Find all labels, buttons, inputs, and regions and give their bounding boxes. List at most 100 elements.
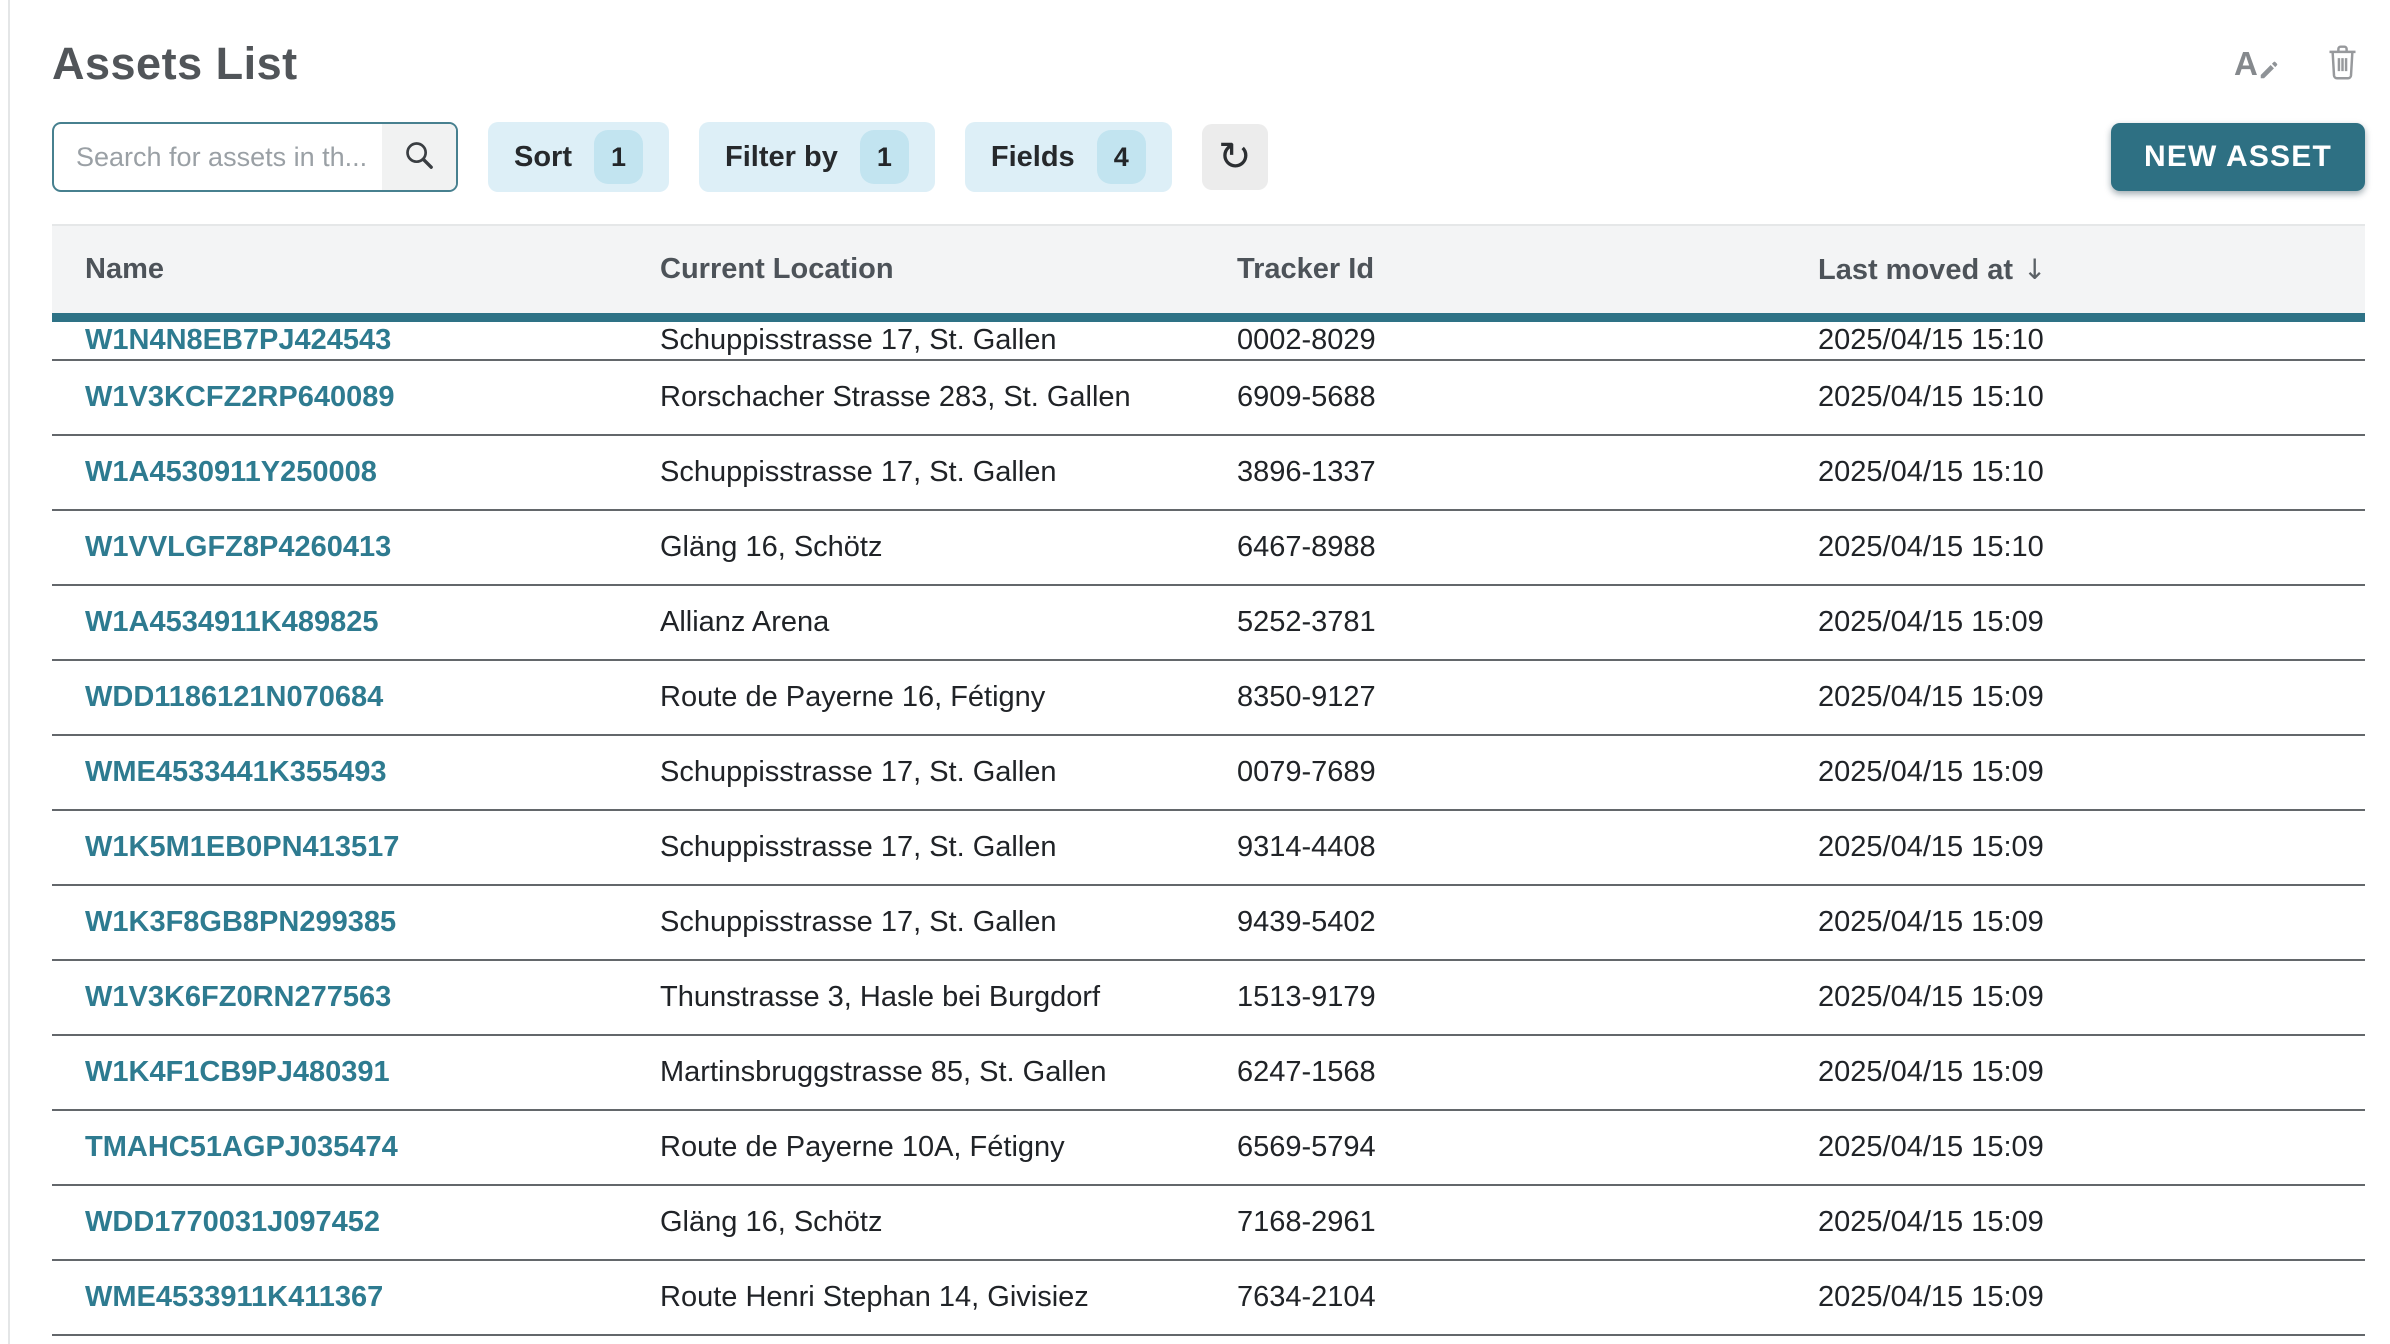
new-asset-button[interactable]: NEW ASSET [2111,123,2365,191]
current-location-cell: Schuppisstrasse 17, St. Gallen [627,906,1204,939]
table-row[interactable]: WDD1770031J097452 Gläng 16, Schötz 7168-… [52,1186,2365,1261]
table-row[interactable]: W1A4534911K489825 Allianz Arena 5252-378… [52,586,2365,661]
title-row: Assets List A [52,38,2365,90]
asset-name-link[interactable]: W1N4N8EB7PJ424543 [85,324,391,356]
last-moved-at-cell: 2025/04/15 15:09 [1785,1056,2365,1089]
table-row[interactable]: W1VVLGFZ8P4260413 Gläng 16, Schötz 6467-… [52,511,2365,586]
assets-content: Assets List A [52,0,2365,1336]
assets-table: Name Current Location Tracker Id Last mo… [52,224,2365,1336]
current-location-cell: Schuppisstrasse 17, St. Gallen [627,456,1204,489]
name-cell: W1K4F1CB9PJ480391 [52,1056,627,1089]
page-title: Assets List [52,38,298,90]
sort-count-badge: 1 [594,130,643,184]
trash-icon [2326,43,2359,85]
tracker-id-cell: 6909-5688 [1204,381,1785,414]
table-header: Name Current Location Tracker Id Last mo… [52,224,2365,313]
table-row[interactable]: WME4533441K355493 Schuppisstrasse 17, St… [52,736,2365,811]
tracker-id-cell: 7168-2961 [1204,1206,1785,1239]
last-moved-at-cell: 2025/04/15 15:09 [1785,756,2365,789]
asset-name-link[interactable]: WDD1186121N070684 [85,681,383,713]
table-row[interactable]: WME4533911K411367 Route Henri Stephan 14… [52,1261,2365,1336]
current-location-cell: Route de Payerne 16, Fétigny [627,681,1204,714]
table-row[interactable]: W1V3K6FZ0RN277563 Thunstrasse 3, Hasle b… [52,961,2365,1036]
asset-name-link[interactable]: WME4533911K411367 [85,1281,383,1313]
table-row[interactable]: TMAHC51AGPJ035474 Route de Payerne 10A, … [52,1111,2365,1186]
last-moved-at-cell: 2025/04/15 15:09 [1785,1206,2365,1239]
refresh-button[interactable]: ↻ [1202,124,1268,190]
last-moved-at-cell: 2025/04/15 15:09 [1785,831,2365,864]
fields-button[interactable]: Fields 4 [965,122,1172,192]
current-location-cell: Rorschacher Strasse 283, St. Gallen [627,381,1204,414]
tracker-id-cell: 9314-4408 [1204,831,1785,864]
search-box [52,122,458,192]
asset-name-link[interactable]: W1K5M1EB0PN413517 [85,831,399,863]
name-cell: WDD1186121N070684 [52,681,627,714]
current-location-cell: Schuppisstrasse 17, St. Gallen [627,831,1204,864]
table-row[interactable]: W1V3KCFZ2RP640089 Rorschacher Strasse 28… [52,361,2365,436]
name-cell: WDD1770031J097452 [52,1206,627,1239]
rename-list-button[interactable]: A [2234,42,2280,86]
tracker-id-cell: 6569-5794 [1204,1131,1785,1164]
table-row[interactable]: W1K5M1EB0PN413517 Schuppisstrasse 17, St… [52,811,2365,886]
list-actions: A [2234,42,2365,86]
filter-by-button[interactable]: Filter by 1 [699,122,935,192]
refresh-icon: ↻ [1218,137,1252,177]
table-row[interactable]: W1K4F1CB9PJ480391 Martinsbruggstrasse 85… [52,1036,2365,1111]
asset-name-link[interactable]: TMAHC51AGPJ035474 [85,1131,398,1163]
name-cell: W1VVLGFZ8P4260413 [52,531,627,564]
current-location-cell: Allianz Arena [627,606,1204,639]
last-moved-at-cell: 2025/04/15 15:10 [1785,531,2365,564]
asset-name-link[interactable]: WME4533441K355493 [85,756,386,788]
current-location-cell: Thunstrasse 3, Hasle bei Burgdorf [627,981,1204,1014]
tracker-id-cell: 9439-5402 [1204,906,1785,939]
name-cell: W1V3K6FZ0RN277563 [52,981,627,1014]
table-row[interactable]: W1N4N8EB7PJ424543 Schuppisstrasse 17, St… [52,322,2365,361]
last-moved-at-cell: 2025/04/15 15:09 [1785,1131,2365,1164]
name-cell: TMAHC51AGPJ035474 [52,1131,627,1164]
search-icon [402,138,436,177]
asset-name-link[interactable]: W1A4530911Y250008 [85,456,377,488]
current-location-cell: Route de Payerne 10A, Fétigny [627,1131,1204,1164]
asset-name-link[interactable]: W1K4F1CB9PJ480391 [85,1056,390,1088]
asset-name-link[interactable]: W1V3K6FZ0RN277563 [85,981,391,1013]
last-moved-at-cell: 2025/04/15 15:09 [1785,681,2365,714]
column-header-name[interactable]: Name [52,253,627,286]
sort-desc-icon: ↓ [2023,253,2046,286]
name-cell: W1K5M1EB0PN413517 [52,831,627,864]
tracker-id-cell: 5252-3781 [1204,606,1785,639]
pencil-icon [2258,59,2280,86]
tracker-id-cell: 0002-8029 [1204,324,1785,357]
last-moved-at-cell: 2025/04/15 15:09 [1785,606,2365,639]
last-moved-at-cell: 2025/04/15 15:10 [1785,381,2365,414]
current-location-cell: Schuppisstrasse 17, St. Gallen [627,324,1204,357]
asset-name-link[interactable]: W1V3KCFZ2RP640089 [85,381,394,413]
current-location-cell: Gläng 16, Schötz [627,531,1204,564]
name-cell: WME4533911K411367 [52,1281,627,1314]
column-header-last-moved-at[interactable]: Last moved at ↓ [1785,253,2365,287]
sort-button[interactable]: Sort 1 [488,122,669,192]
asset-name-link[interactable]: W1A4534911K489825 [85,606,378,638]
sort-label: Sort [514,141,572,174]
header-accent-bar [52,313,2365,322]
tracker-id-cell: 1513-9179 [1204,981,1785,1014]
table-row[interactable]: W1A4530911Y250008 Schuppisstrasse 17, St… [52,436,2365,511]
asset-name-link[interactable]: W1VVLGFZ8P4260413 [85,531,391,563]
search-input[interactable] [54,124,382,190]
last-moved-at-label: Last moved at [1818,254,2013,286]
last-moved-at-cell: 2025/04/15 15:09 [1785,1281,2365,1314]
assets-page: Assets List A [0,0,2390,1344]
table-row[interactable]: WDD1186121N070684 Route de Payerne 16, F… [52,661,2365,736]
asset-name-link[interactable]: WDD1770031J097452 [85,1206,380,1238]
search-button[interactable] [382,124,456,190]
fields-label: Fields [991,141,1075,174]
name-cell: W1V3KCFZ2RP640089 [52,381,627,414]
tracker-id-cell: 6467-8988 [1204,531,1785,564]
tracker-id-cell: 0079-7689 [1204,756,1785,789]
column-header-tracker-id[interactable]: Tracker Id [1204,253,1785,286]
asset-name-link[interactable]: W1K3F8GB8PN299385 [85,906,396,938]
toolbar: Sort 1 Filter by 1 Fields 4 ↻ NEW ASSET [52,122,2365,192]
column-header-current-location[interactable]: Current Location [627,253,1204,286]
delete-list-button[interactable] [2326,43,2359,85]
table-row[interactable]: W1K3F8GB8PN299385 Schuppisstrasse 17, St… [52,886,2365,961]
tracker-id-cell: 6247-1568 [1204,1056,1785,1089]
